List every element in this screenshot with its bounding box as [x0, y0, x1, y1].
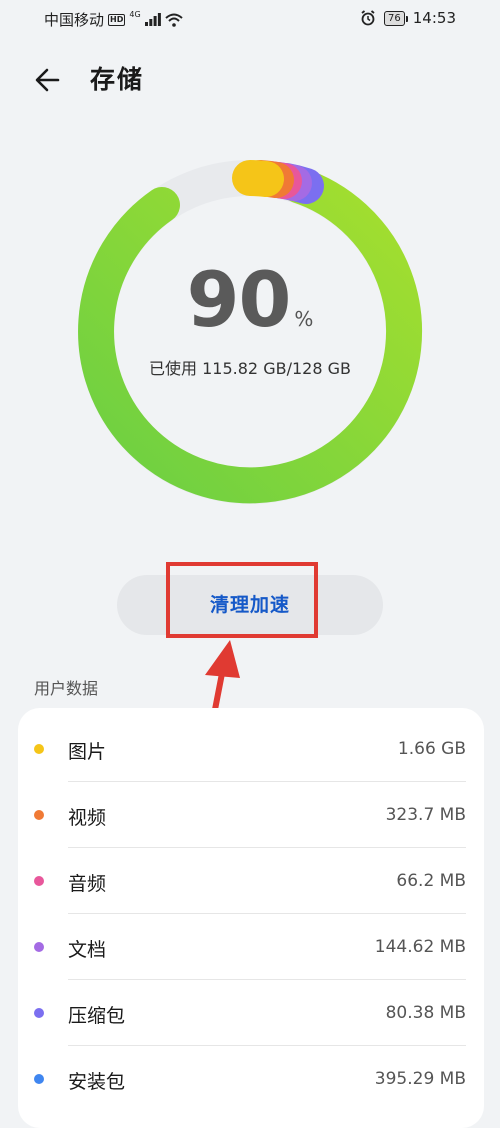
category-name: 压缩包 [68, 1005, 126, 1027]
category-size: 66.2 MB [396, 871, 466, 891]
carrier-label: 中国移动 [44, 11, 105, 29]
clock: 14:53 [412, 9, 456, 27]
category-dot [34, 810, 44, 820]
battery-icon: 76 [384, 10, 408, 26]
signal-icon [144, 13, 161, 26]
category-dot [34, 876, 44, 886]
list-item-video[interactable]: 视频 323.7 MB [18, 782, 484, 848]
category-dot [34, 744, 44, 754]
category-name: 文档 [68, 939, 107, 961]
page-title: 存储 [90, 65, 145, 94]
status-bar: 中国移动 HD 4G 76 14:53 [0, 0, 500, 38]
network-label: 4G [129, 10, 141, 19]
list-item-images[interactable]: 图片 1.66 GB [18, 716, 484, 782]
header: 存储 [0, 52, 500, 102]
list-item-installers[interactable]: 安装包 395.29 MB [18, 1046, 484, 1112]
category-size: 144.62 MB [374, 937, 466, 957]
category-size: 80.38 MB [385, 1003, 466, 1023]
category-name: 音频 [68, 873, 107, 895]
category-dot [34, 1074, 44, 1084]
user-data-list: 图片 1.66 GB 视频 323.7 MB 音频 66.2 MB 文档 144… [18, 708, 484, 1128]
category-name: 图片 [68, 741, 107, 763]
list-item-documents[interactable]: 文档 144.62 MB [18, 914, 484, 980]
used-storage-text: 已使用 115.82 GB/128 GB [149, 359, 351, 378]
storage-ring: 90% 已使用 115.82 GB/128 GB [68, 150, 432, 514]
usage-percent-unit: % [294, 307, 314, 331]
category-dot [34, 1008, 44, 1018]
ring-arc-images [232, 160, 284, 197]
highlight-box [166, 562, 318, 638]
category-size: 323.7 MB [385, 805, 466, 825]
hd-icon: HD [108, 13, 126, 26]
user-data-section-title: 用户数据 [34, 679, 99, 698]
alarm-icon [361, 10, 375, 26]
usage-percent: 90% [68, 255, 432, 344]
list-item-archives[interactable]: 压缩包 80.38 MB [18, 980, 484, 1046]
arrow-left-icon [35, 68, 60, 92]
category-size: 395.29 MB [374, 1069, 466, 1089]
status-left: 中国移动 HD 4G [44, 9, 183, 30]
back-button[interactable] [30, 58, 70, 98]
usage-percent-value: 90 [186, 255, 292, 344]
category-dot [34, 942, 44, 952]
category-name: 视频 [68, 807, 107, 829]
list-item-audio[interactable]: 音频 66.2 MB [18, 848, 484, 914]
status-right: 76 14:53 [360, 9, 456, 27]
category-size: 1.66 GB [397, 739, 466, 759]
wifi-icon [164, 13, 183, 27]
category-name: 安装包 [68, 1071, 126, 1093]
